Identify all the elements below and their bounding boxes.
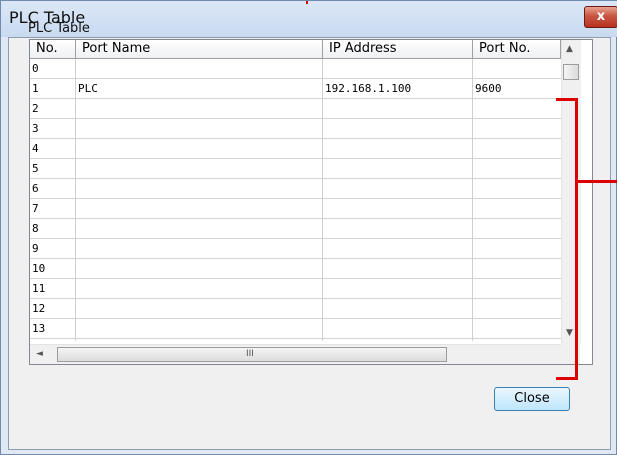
table-cell[interactable]: [323, 319, 472, 338]
table-cell[interactable]: [323, 259, 472, 278]
table-cell[interactable]: 11: [30, 279, 76, 298]
close-button[interactable]: Close: [494, 387, 570, 411]
table-row[interactable]: 4: [30, 139, 561, 159]
table-cell[interactable]: [76, 319, 322, 338]
plc-grid[interactable]: No. Port Name IP Address Port No. 0 1 PLC 1…: [29, 39, 593, 365]
table-row[interactable]: 8: [30, 219, 561, 239]
table-cell[interactable]: [323, 179, 472, 198]
table-cell[interactable]: [323, 239, 472, 258]
table-cell[interactable]: 9600: [473, 79, 561, 98]
column-divider: [472, 59, 473, 341]
table-cell[interactable]: [473, 59, 561, 78]
table-row[interactable]: 1 PLC 192.168.1.100 9600: [30, 79, 561, 99]
column-divider: [75, 59, 76, 341]
table-cell[interactable]: [473, 99, 561, 118]
annotation-bracket-bottom: [556, 377, 578, 380]
table-cell[interactable]: [323, 139, 472, 158]
table-cell[interactable]: [323, 219, 472, 238]
table-cell[interactable]: [76, 299, 322, 318]
table-cell[interactable]: [323, 279, 472, 298]
table-cell[interactable]: 7: [30, 199, 76, 218]
table-cell[interactable]: [473, 219, 561, 238]
table-cell[interactable]: [76, 199, 322, 218]
table-row[interactable]: 10: [30, 259, 561, 279]
table-cell[interactable]: 12: [30, 299, 76, 318]
table-cell[interactable]: 5: [30, 159, 76, 178]
scroll-left-icon[interactable]: ◄: [36, 349, 43, 359]
table-row[interactable]: 7: [30, 199, 561, 219]
vertical-scrollbar[interactable]: ▲ ▼: [561, 40, 581, 344]
table-cell[interactable]: [473, 259, 561, 278]
table-cell[interactable]: [76, 279, 322, 298]
plc-table-dialog: PLC Table x PLC Table No. Port Name IP A…: [0, 0, 617, 455]
scroll-up-icon[interactable]: ▲: [566, 44, 573, 54]
table-cell[interactable]: [323, 199, 472, 218]
header-no[interactable]: No.: [30, 40, 76, 59]
scroll-down-icon[interactable]: ▼: [566, 328, 573, 338]
table-cell[interactable]: 6: [30, 179, 76, 198]
table-row[interactable]: 9: [30, 239, 561, 259]
table-cell[interactable]: 1: [30, 79, 76, 98]
table-row[interactable]: 13: [30, 319, 561, 339]
table-cell[interactable]: 2: [30, 99, 76, 118]
group-label: PLC Table: [28, 21, 90, 36]
table-cell[interactable]: 0: [30, 59, 76, 78]
table-cell[interactable]: [76, 239, 322, 258]
header-port-name[interactable]: Port Name: [76, 40, 323, 59]
table-cell[interactable]: [473, 179, 561, 198]
table-cell[interactable]: [473, 139, 561, 158]
table-cell[interactable]: [473, 299, 561, 318]
annotation-pointer: [578, 180, 617, 183]
table-cell[interactable]: [323, 99, 472, 118]
table-cell[interactable]: [76, 159, 322, 178]
table-cell[interactable]: 9: [30, 239, 76, 258]
table-cell[interactable]: 192.168.1.100: [323, 79, 472, 98]
table-cell[interactable]: [76, 119, 322, 138]
table-cell[interactable]: [473, 199, 561, 218]
table-cell[interactable]: [76, 219, 322, 238]
annotation-marker: [306, 1, 308, 4]
table-cell[interactable]: 8: [30, 219, 76, 238]
horizontal-scroll-thumb[interactable]: III: [57, 347, 447, 362]
table-cell[interactable]: 13: [30, 319, 76, 338]
table-cell[interactable]: 10: [30, 259, 76, 278]
window-close-icon[interactable]: x: [584, 6, 617, 28]
table-cell[interactable]: PLC: [76, 79, 322, 98]
table-row[interactable]: 0: [30, 59, 561, 79]
table-cell[interactable]: [323, 299, 472, 318]
table-cell[interactable]: [76, 139, 322, 158]
thumb-grip-icon: III: [246, 349, 254, 359]
table-cell[interactable]: [76, 99, 322, 118]
table-cell[interactable]: [323, 119, 472, 138]
table-cell[interactable]: [473, 239, 561, 258]
table-cell[interactable]: [473, 319, 561, 338]
table-row[interactable]: 6: [30, 179, 561, 199]
column-divider: [322, 59, 323, 341]
table-row[interactable]: 2: [30, 99, 561, 119]
table-cell[interactable]: [76, 259, 322, 278]
table-row[interactable]: 3: [30, 119, 561, 139]
header-port-no[interactable]: Port No.: [473, 40, 561, 59]
table-cell[interactable]: [473, 119, 561, 138]
table-cell[interactable]: [323, 159, 472, 178]
table-cell[interactable]: [76, 59, 322, 78]
table-row[interactable]: 5: [30, 159, 561, 179]
table-cell[interactable]: [323, 59, 472, 78]
table-row[interactable]: 11: [30, 279, 561, 299]
table-cell[interactable]: [76, 179, 322, 198]
table-cell[interactable]: [473, 159, 561, 178]
table-cell[interactable]: 4: [30, 139, 76, 158]
table-cell[interactable]: [473, 279, 561, 298]
table-cell[interactable]: 3: [30, 119, 76, 138]
vertical-scroll-thumb[interactable]: [563, 64, 579, 80]
annotation-bracket-side: [575, 98, 578, 380]
title-bar[interactable]: PLC Table x: [1, 1, 617, 37]
table-row[interactable]: 12: [30, 299, 561, 319]
horizontal-scrollbar[interactable]: ◄ III ►: [30, 344, 580, 364]
header-ip-address[interactable]: IP Address: [323, 40, 473, 59]
